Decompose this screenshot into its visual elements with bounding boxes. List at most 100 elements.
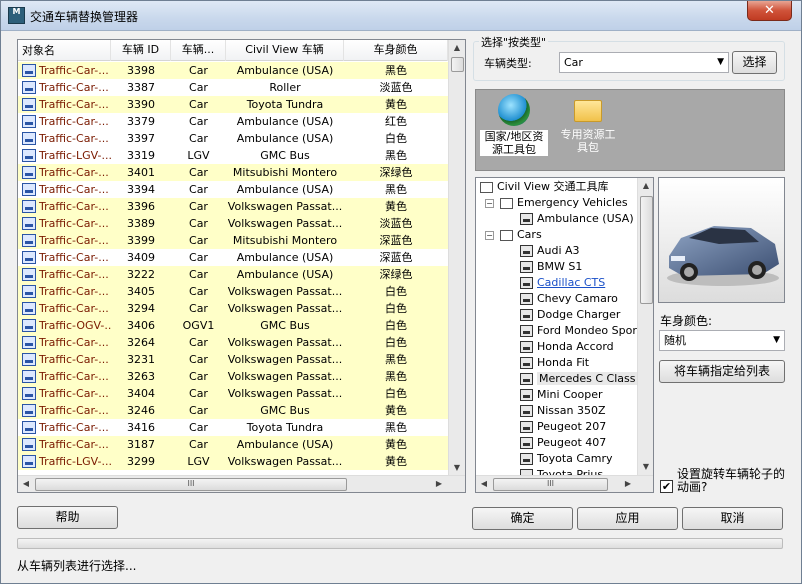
tree-folder[interactable]: − Cars [485, 227, 542, 243]
table-row[interactable]: Traffic-LGV-... 3319 LGV GMC Bus 黑色 [18, 147, 448, 164]
table-row[interactable]: Traffic-Car-... 3409 Car Ambulance (USA) 深蓝色 [18, 249, 448, 266]
tree-folder[interactable]: − Emergency Vehicles [485, 195, 628, 211]
tree-vehicle-item[interactable]: Peugeot 207 [520, 419, 606, 435]
row-object-name-text: Traffic-Car-... [39, 200, 109, 213]
scroll-left-icon[interactable]: ◀ [18, 476, 34, 492]
table-row[interactable]: Traffic-Car-... 3398 Car Ambulance (USA) 黑色 [18, 62, 448, 79]
tree-node-label: Cars [517, 228, 542, 241]
table-row[interactable]: Traffic-Car-... 3397 Car Ambulance (USA) 白色 [18, 130, 448, 147]
table-row[interactable]: Traffic-Car-... 3389 Car Volkswagen Passat.… [18, 215, 448, 232]
tree-hscroll-thumb[interactable]: III [493, 478, 608, 491]
table-row[interactable]: Traffic-Car-... 3396 Car Volkswagen Passat.… [18, 198, 448, 215]
tree-vehicle-item[interactable]: Ford Mondeo Sportb [520, 323, 648, 339]
cancel-button[interactable]: 取消 [682, 507, 783, 530]
apply-button[interactable]: 应用 [577, 507, 678, 530]
animate-wheels-checkbox[interactable]: ✔ [660, 480, 673, 493]
custom-toolkit-item[interactable]: 专用资源工 具包 [554, 94, 622, 154]
vehicle-list[interactable]: 对象名 车辆 ID 车辆... Civil View 车辆 车身颜色 Traffic-C… [17, 39, 466, 493]
row-civil-view-vehicle: Volkswagen Passat... [227, 353, 343, 366]
column-header[interactable]: 车辆 ID [111, 40, 171, 61]
row-object-name: Traffic-Car-... [18, 79, 111, 96]
scroll-down-icon[interactable]: ▼ [449, 460, 465, 476]
scroll-right-icon[interactable]: ▶ [431, 476, 447, 492]
tree-vehicle-item[interactable]: Audi A3 [520, 243, 580, 259]
vehicle-icon [22, 302, 36, 315]
tree-vehicle-item[interactable]: Mercedes C Class [520, 371, 638, 387]
table-row[interactable]: Traffic-Car-... 3379 Car Ambulance (USA) 红色 [18, 113, 448, 130]
tree-vehicle-item[interactable]: BMW S1 [520, 259, 582, 275]
tree-vehicle-item[interactable]: Ambulance (USA) [520, 211, 634, 227]
table-row[interactable]: Traffic-Car-... 3390 Car Toyota Tundra 黄色 [18, 96, 448, 113]
table-row[interactable]: Traffic-Car-... 3399 Car Mitsubishi Montero… [18, 232, 448, 249]
row-vehicle-type: Car [189, 200, 208, 213]
scroll-down-icon[interactable]: ▼ [638, 459, 653, 475]
collapse-icon[interactable]: − [485, 199, 494, 208]
tree-vehicle-item[interactable]: Cadillac CTS [520, 275, 605, 291]
row-object-name-text: Traffic-OGV-... [39, 319, 111, 332]
row-vehicle-id: 3398 [127, 64, 155, 77]
row-body-color: 黄色 [385, 98, 407, 111]
list-scroll-thumb[interactable] [451, 57, 464, 72]
tree-vehicle-item[interactable]: Mini Cooper [520, 387, 602, 403]
vehicle-icon [22, 217, 36, 230]
tree-node-label: Nissan 350Z [537, 404, 606, 417]
tree-scroll-thumb[interactable] [640, 196, 653, 304]
scroll-left-icon[interactable]: ◀ [476, 476, 492, 492]
row-object-name-text: Traffic-Car-... [39, 404, 109, 417]
row-object-name: Traffic-LGV-... [18, 147, 111, 164]
help-button[interactable]: 帮助 [17, 506, 118, 529]
tree-vehicle-item[interactable]: Nissan 350Z [520, 403, 606, 419]
tree-vehicle-item[interactable]: Chevy Camaro [520, 291, 618, 307]
table-row[interactable]: Traffic-Car-... 3231 Car Volkswagen Passat.… [18, 351, 448, 368]
table-row[interactable]: Traffic-Car-... 3263 Car Volkswagen Passat.… [18, 368, 448, 385]
collapse-icon[interactable]: − [485, 231, 494, 240]
tree-vertical-scrollbar[interactable]: ▲ ▼ [637, 178, 653, 476]
row-vehicle-id: 3263 [127, 370, 155, 383]
table-row[interactable]: Traffic-Car-... 3394 Car Ambulance (USA) 黑色 [18, 181, 448, 198]
row-vehicle-id: 3405 [127, 285, 155, 298]
vehicle-type-dropdown[interactable]: Car ▼ [559, 52, 729, 73]
table-row[interactable]: Traffic-LGV-... 3299 LGV Volkswagen Passat.… [18, 453, 448, 470]
column-header[interactable]: 对象名 [18, 40, 111, 61]
regional-toolkit-item[interactable]: 国家/地区资 源工具包 [480, 94, 548, 156]
ok-button[interactable]: 确定 [472, 507, 573, 530]
list-horizontal-scrollbar[interactable]: ◀ III ▶ [18, 475, 465, 492]
table-row[interactable]: Traffic-Car-... 3416 Car Toyota Tundra 黑色 [18, 419, 448, 436]
body-color-dropdown[interactable]: 随机 ▼ [659, 330, 785, 351]
tree-vehicle-item[interactable]: Peugeot 407 [520, 435, 606, 451]
tree-root[interactable]: Civil View 交通工具库 [480, 179, 608, 195]
table-row[interactable]: Traffic-Car-... 3294 Car Volkswagen Passat.… [18, 300, 448, 317]
tree-vehicle-item[interactable]: Honda Fit [520, 355, 589, 371]
scroll-right-icon[interactable]: ▶ [620, 476, 636, 492]
vehicle-icon [22, 421, 36, 434]
folder-icon [574, 100, 602, 122]
row-object-name-text: Traffic-Car-... [39, 438, 109, 451]
table-row[interactable]: Traffic-OGV-... 3406 OGV1 GMC Bus 白色 [18, 317, 448, 334]
table-row[interactable]: Traffic-Car-... 3387 Car Roller 淡蓝色 [18, 79, 448, 96]
row-body-color: 白色 [385, 285, 407, 298]
vehicle-library-tree[interactable]: Civil View 交通工具库 − Emergency Vehicles Ambu… [475, 177, 654, 493]
table-row[interactable]: Traffic-Car-... 3222 Car Ambulance (USA) 深绿色 [18, 266, 448, 283]
table-row[interactable]: Traffic-Car-... 3405 Car Volkswagen Passat.… [18, 283, 448, 300]
column-header[interactable]: 车辆... [171, 40, 226, 61]
select-button[interactable]: 选择 [732, 51, 777, 74]
tree-vehicle-item[interactable]: Toyota Camry [520, 451, 613, 467]
table-row[interactable]: Traffic-Car-... 3187 Car Ambulance (USA) 黄色 [18, 436, 448, 453]
row-vehicle-id: 3387 [127, 81, 155, 94]
tree-horizontal-scrollbar[interactable]: ◀ III ▶ [476, 475, 653, 492]
column-header[interactable]: 车身颜色 [344, 40, 448, 61]
tree-vehicle-item[interactable]: Honda Accord [520, 339, 614, 355]
column-header[interactable]: Civil View 车辆 [226, 40, 344, 61]
assign-to-list-button[interactable]: 将车辆指定给列表 [659, 360, 785, 383]
list-hscroll-thumb[interactable]: III [35, 478, 347, 491]
close-button[interactable]: ✕ [747, 1, 792, 21]
table-row[interactable]: Traffic-Car-... 3246 Car GMC Bus 黄色 [18, 402, 448, 419]
table-row[interactable]: Traffic-Car-... 3401 Car Mitsubishi Montero… [18, 164, 448, 181]
list-vertical-scrollbar[interactable]: ▲ ▼ [448, 40, 465, 477]
table-row[interactable]: Traffic-Car-... 3264 Car Volkswagen Passat.… [18, 334, 448, 351]
table-row[interactable]: Traffic-Car-... 3404 Car Volkswagen Passat.… [18, 385, 448, 402]
scroll-up-icon[interactable]: ▲ [638, 178, 653, 194]
row-vehicle-type: Car [189, 353, 208, 366]
scroll-up-icon[interactable]: ▲ [449, 40, 465, 56]
tree-vehicle-item[interactable]: Dodge Charger [520, 307, 620, 323]
